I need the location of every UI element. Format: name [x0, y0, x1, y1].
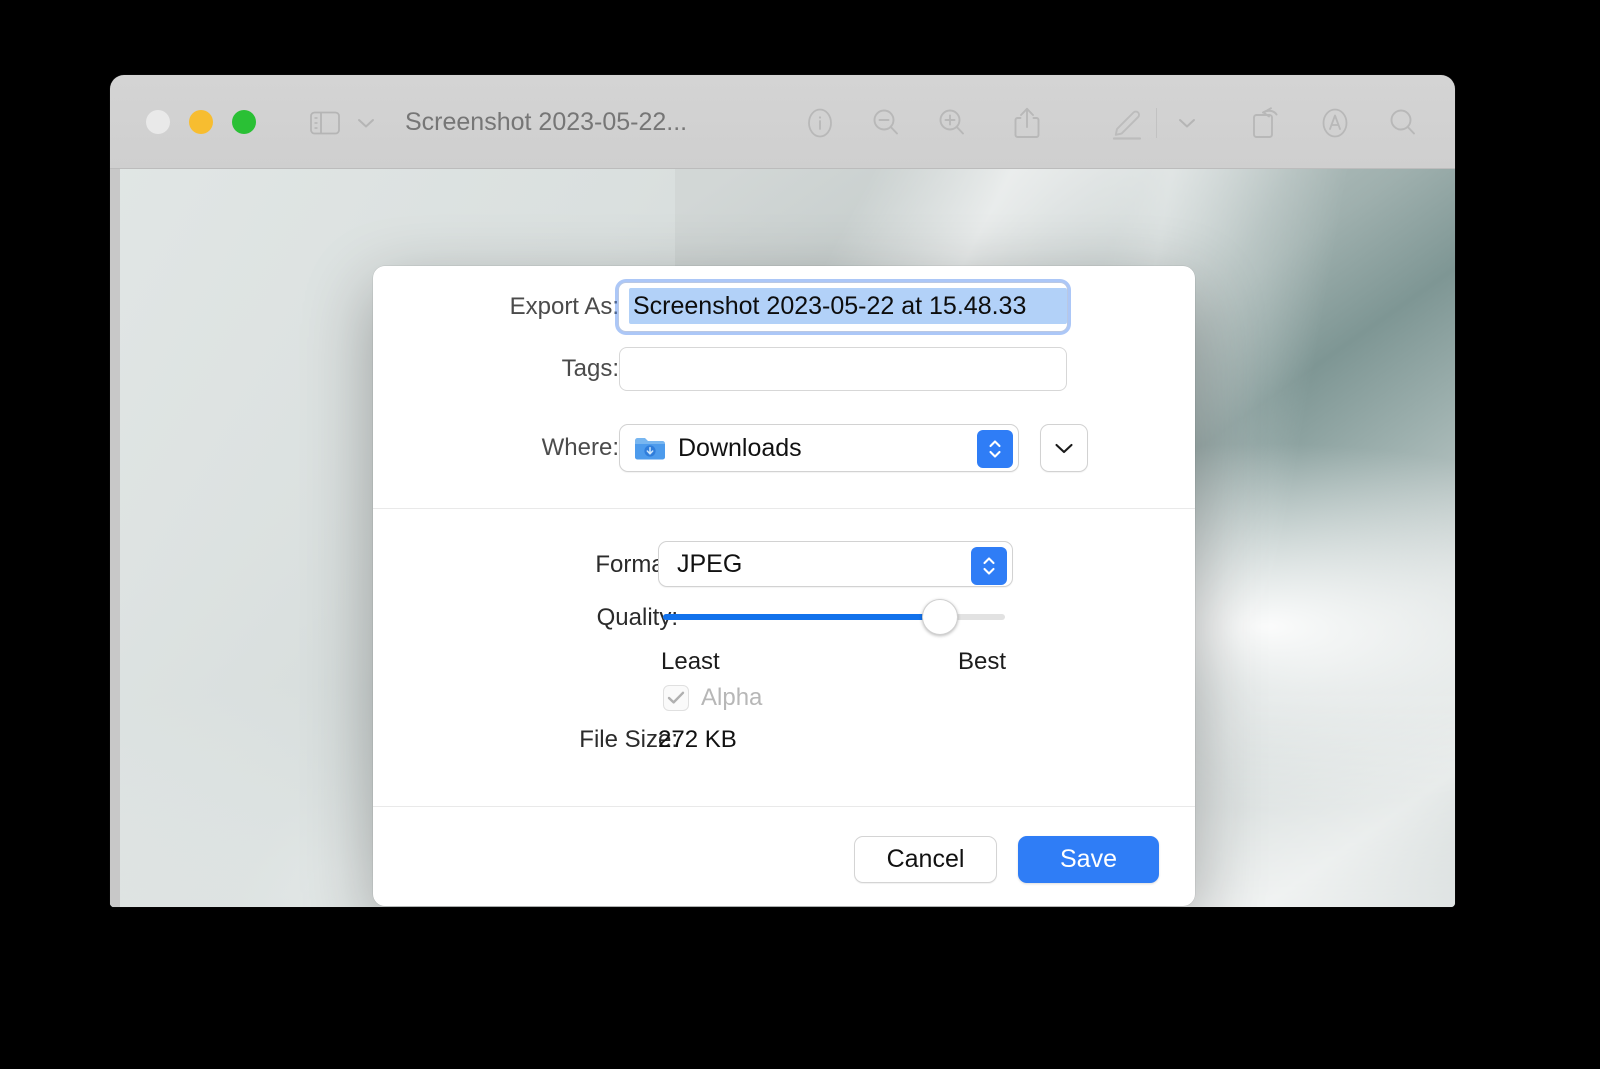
export-as-label: Export As: — [509, 293, 619, 320]
file-size-label: File Size: — [579, 726, 678, 753]
alpha-checkbox[interactable] — [663, 685, 689, 711]
quality-label: Quality: — [596, 604, 678, 631]
markup-pen-icon[interactable] — [1106, 103, 1150, 143]
tags-label: Tags: — [561, 355, 619, 382]
info-icon[interactable] — [800, 103, 840, 143]
save-button[interactable]: Save — [1018, 836, 1159, 883]
export-as-input[interactable]: Screenshot 2023-05-22 at 15.48.33 — [618, 282, 1068, 332]
sidebar-toggle-icon[interactable] — [303, 106, 347, 140]
close-button[interactable] — [146, 110, 170, 134]
toolbar-divider — [1156, 108, 1157, 138]
traffic-light-buttons — [146, 110, 256, 134]
format-label: Format: — [595, 551, 678, 578]
zoom-in-icon[interactable] — [932, 103, 972, 143]
zoom-out-icon[interactable] — [866, 103, 906, 143]
alpha-label: Alpha — [701, 684, 763, 711]
format-stepper-icon[interactable] — [971, 547, 1007, 585]
where-select[interactable]: Downloads — [619, 424, 1019, 472]
where-select-value: Downloads — [678, 433, 802, 462]
dialog-divider-bottom — [373, 806, 1195, 807]
export-dialog: Export As: Screenshot 2023-05-22 at 15.4… — [373, 266, 1195, 906]
page-title: Screenshot 2023-05-22... — [405, 108, 688, 136]
cancel-button[interactable]: Cancel — [854, 836, 997, 883]
minimize-button[interactable] — [189, 110, 213, 134]
where-stepper-icon[interactable] — [977, 430, 1013, 468]
format-select-value: JPEG — [677, 549, 743, 578]
screen: Screenshot 2023-05-22... Export As: Scre… — [0, 0, 1600, 1069]
dialog-divider-top — [373, 508, 1195, 509]
dialog-footer: Cancel Save — [373, 822, 1195, 906]
alpha-row: Alpha — [663, 684, 762, 712]
quality-slider-fill — [663, 614, 941, 620]
maximize-button[interactable] — [232, 110, 256, 134]
rotate-icon[interactable] — [1245, 103, 1285, 143]
document-content-area: Export As: Screenshot 2023-05-22 at 15.4… — [110, 169, 1455, 907]
quality-least-label: Least — [661, 648, 720, 675]
format-select[interactable]: JPEG — [658, 541, 1013, 587]
downloads-folder-icon — [634, 435, 666, 461]
share-icon[interactable] — [1007, 103, 1047, 143]
file-size-value: 272 KB — [658, 726, 737, 753]
markup-chevron-down-icon[interactable] — [1172, 103, 1202, 143]
quality-slider-thumb[interactable] — [922, 599, 959, 635]
window-left-edge — [110, 169, 120, 907]
quality-slider[interactable] — [663, 599, 1005, 635]
where-label: Where: — [541, 434, 619, 461]
annotate-icon[interactable] — [1315, 103, 1355, 143]
search-icon[interactable] — [1383, 103, 1423, 143]
where-expand-button[interactable] — [1040, 424, 1088, 472]
sidebar-chevron-down-icon[interactable] — [353, 108, 379, 138]
tags-input[interactable] — [619, 347, 1067, 391]
quality-best-label: Best — [958, 648, 1007, 675]
window-titlebar: Screenshot 2023-05-22... — [110, 75, 1455, 169]
export-as-input-value: Screenshot 2023-05-22 at 15.48.33 — [629, 288, 1067, 324]
preview-window: Screenshot 2023-05-22... Export As: Scre… — [110, 75, 1455, 907]
